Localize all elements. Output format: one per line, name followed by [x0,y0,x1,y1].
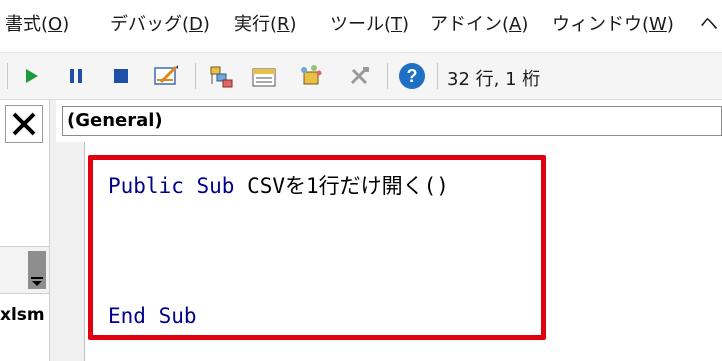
properties-icon[interactable] [250,62,278,90]
toolbar-separator [437,63,438,89]
project-panel: xlsm [0,100,50,361]
toolbar: ? 32 行, 1 桁 [0,53,722,100]
chevron-down-icon [31,277,43,286]
menu-help[interactable]: ヘ [700,10,718,36]
menu-format[interactable]: 書式(O) [5,10,69,36]
toolbar-separator [387,63,388,89]
workbook-name: xlsm [0,305,45,325]
object-combo-value: (General) [67,110,163,131]
close-button[interactable] [5,105,43,143]
svg-text:?: ? [407,66,418,86]
highlight-box [88,155,546,340]
close-icon [12,112,36,136]
object-browser-icon[interactable] [296,62,324,90]
toolbox-icon[interactable] [345,62,373,90]
menu-window[interactable]: ウィンドウ(W) [552,10,674,36]
help-icon[interactable]: ? [397,62,425,90]
menu-addins[interactable]: アドイン(A) [430,10,528,36]
toolbar-separator [195,63,196,89]
margin-indicator-bar[interactable] [56,142,85,361]
toolbar-separator [7,63,8,89]
panel-dropdown[interactable] [0,246,49,294]
object-combo[interactable]: (General) [62,106,722,136]
design-mode-icon[interactable] [152,62,180,90]
project-explorer-icon[interactable] [207,62,235,90]
menu-tools[interactable]: ツール(T) [330,10,409,36]
menu-run[interactable]: 実行(R) [234,10,297,36]
dropdown-button[interactable] [28,251,46,289]
menu-debug[interactable]: デバッグ(D) [110,10,210,36]
cursor-position-status: 32 行, 1 桁 [447,69,541,90]
pause-icon[interactable] [62,62,90,90]
menu-bar: 書式(O) デバッグ(D) 実行(R) ツール(T) アドイン(A) ウィンドウ… [0,0,722,53]
run-icon[interactable] [17,62,45,90]
stop-icon[interactable] [107,62,135,90]
